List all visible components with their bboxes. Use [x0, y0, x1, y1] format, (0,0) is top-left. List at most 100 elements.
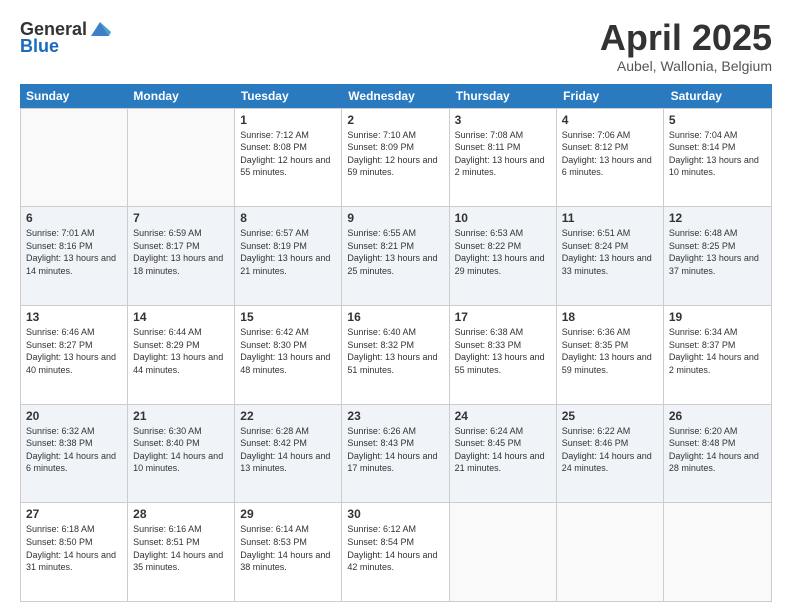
day-number: 5	[669, 113, 766, 127]
cal-cell: 18Sunrise: 6:36 AM Sunset: 8:35 PM Dayli…	[557, 306, 664, 404]
cal-cell: 2Sunrise: 7:10 AM Sunset: 8:09 PM Daylig…	[342, 109, 449, 207]
day-number: 11	[562, 211, 658, 225]
day-info: Sunrise: 6:32 AM Sunset: 8:38 PM Dayligh…	[26, 425, 122, 475]
day-info: Sunrise: 6:53 AM Sunset: 8:22 PM Dayligh…	[455, 227, 551, 277]
day-info: Sunrise: 7:08 AM Sunset: 8:11 PM Dayligh…	[455, 129, 551, 179]
cal-cell	[128, 109, 235, 207]
cal-cell: 27Sunrise: 6:18 AM Sunset: 8:50 PM Dayli…	[21, 503, 128, 601]
cal-cell: 23 Sunrise: 6:26 AM Sunset: 8:43 PM Dayli…	[342, 405, 449, 503]
day-number: 26	[669, 409, 766, 423]
calendar-header: SundayMondayTuesdayWednesdayThursdayFrid…	[20, 84, 772, 108]
weekday-header-thursday: Thursday	[450, 84, 557, 108]
cal-cell: 20 Sunrise: 6:32 AM Sunset: 8:38 PM Dayli…	[21, 405, 128, 503]
day-info: Sunrise: 6:16 AM Sunset: 8:51 PM Dayligh…	[133, 523, 229, 573]
day-number: 1	[240, 113, 336, 127]
cal-cell: 19 Sunrise: 6:34 AM Sunset: 8:37 PM Dayli…	[664, 306, 771, 404]
day-number: 30	[347, 507, 443, 521]
day-info: Sunrise: 6:14 AM Sunset: 8:53 PM Dayligh…	[240, 523, 336, 573]
day-info: Sunrise: 6:26 AM Sunset: 8:43 PM Dayligh…	[347, 425, 443, 475]
day-number: 13	[26, 310, 122, 324]
day-number: 8	[240, 211, 336, 225]
day-number: 15	[240, 310, 336, 324]
subtitle: Aubel, Wallonia, Belgium	[600, 58, 772, 74]
header: General Blue April 2025 Aubel, Wallonia,…	[20, 18, 772, 74]
day-number: 4	[562, 113, 658, 127]
week-row-2: 6Sunrise: 7:01 AM Sunset: 8:16 PM Daylig…	[21, 207, 771, 306]
day-number: 25	[562, 409, 658, 423]
weekday-header-monday: Monday	[127, 84, 234, 108]
day-info: Sunrise: 6:55 AM Sunset: 8:21 PM Dayligh…	[347, 227, 443, 277]
day-info: Sunrise: 6:20 AM Sunset: 8:48 PM Dayligh…	[669, 425, 766, 475]
calendar: SundayMondayTuesdayWednesdayThursdayFrid…	[20, 84, 772, 602]
cal-cell: 8 Sunrise: 6:57 AM Sunset: 8:19 PM Daylig…	[235, 207, 342, 305]
day-info: Sunrise: 6:30 AM Sunset: 8:40 PM Dayligh…	[133, 425, 229, 475]
cal-cell	[21, 109, 128, 207]
cal-cell: 26 Sunrise: 6:20 AM Sunset: 8:48 PM Dayli…	[664, 405, 771, 503]
weekday-header-sunday: Sunday	[20, 84, 127, 108]
day-number: 21	[133, 409, 229, 423]
day-number: 28	[133, 507, 229, 521]
cal-cell: 17Sunrise: 6:38 AM Sunset: 8:33 PM Dayli…	[450, 306, 557, 404]
cal-cell: 13Sunrise: 6:46 AM Sunset: 8:27 PM Dayli…	[21, 306, 128, 404]
day-number: 3	[455, 113, 551, 127]
day-number: 24	[455, 409, 551, 423]
cal-cell: 16 Sunrise: 6:40 AM Sunset: 8:32 PM Dayli…	[342, 306, 449, 404]
day-number: 9	[347, 211, 443, 225]
day-info: Sunrise: 7:04 AM Sunset: 8:14 PM Dayligh…	[669, 129, 766, 179]
cal-cell: 1 Sunrise: 7:12 AM Sunset: 8:08 PM Daylig…	[235, 109, 342, 207]
day-info: Sunrise: 7:10 AM Sunset: 8:09 PM Dayligh…	[347, 129, 443, 179]
weekday-header-tuesday: Tuesday	[235, 84, 342, 108]
cal-cell	[450, 503, 557, 601]
cal-cell	[664, 503, 771, 601]
day-info: Sunrise: 7:01 AM Sunset: 8:16 PM Dayligh…	[26, 227, 122, 277]
title-section: April 2025 Aubel, Wallonia, Belgium	[600, 18, 772, 74]
day-number: 18	[562, 310, 658, 324]
cal-cell: 30 Sunrise: 6:12 AM Sunset: 8:54 PM Dayli…	[342, 503, 449, 601]
day-info: Sunrise: 6:28 AM Sunset: 8:42 PM Dayligh…	[240, 425, 336, 475]
day-info: Sunrise: 6:59 AM Sunset: 8:17 PM Dayligh…	[133, 227, 229, 277]
cal-cell: 22Sunrise: 6:28 AM Sunset: 8:42 PM Dayli…	[235, 405, 342, 503]
day-info: Sunrise: 7:12 AM Sunset: 8:08 PM Dayligh…	[240, 129, 336, 179]
weekday-header-friday: Friday	[557, 84, 664, 108]
day-info: Sunrise: 6:44 AM Sunset: 8:29 PM Dayligh…	[133, 326, 229, 376]
day-info: Sunrise: 6:34 AM Sunset: 8:37 PM Dayligh…	[669, 326, 766, 376]
cal-cell: 14 Sunrise: 6:44 AM Sunset: 8:29 PM Dayli…	[128, 306, 235, 404]
cal-cell: 5 Sunrise: 7:04 AM Sunset: 8:14 PM Daylig…	[664, 109, 771, 207]
cal-cell: 12 Sunrise: 6:48 AM Sunset: 8:25 PM Dayli…	[664, 207, 771, 305]
day-info: Sunrise: 6:24 AM Sunset: 8:45 PM Dayligh…	[455, 425, 551, 475]
day-number: 12	[669, 211, 766, 225]
day-number: 17	[455, 310, 551, 324]
day-info: Sunrise: 6:57 AM Sunset: 8:19 PM Dayligh…	[240, 227, 336, 277]
cal-cell: 24 Sunrise: 6:24 AM Sunset: 8:45 PM Dayli…	[450, 405, 557, 503]
day-info: Sunrise: 6:40 AM Sunset: 8:32 PM Dayligh…	[347, 326, 443, 376]
page: General Blue April 2025 Aubel, Wallonia,…	[0, 0, 792, 612]
calendar-body: 1 Sunrise: 7:12 AM Sunset: 8:08 PM Daylig…	[20, 108, 772, 602]
logo-blue: Blue	[20, 36, 59, 57]
day-number: 14	[133, 310, 229, 324]
cal-cell: 15 Sunrise: 6:42 AM Sunset: 8:30 PM Dayli…	[235, 306, 342, 404]
cal-cell: 7Sunrise: 6:59 AM Sunset: 8:17 PM Daylig…	[128, 207, 235, 305]
day-number: 19	[669, 310, 766, 324]
logo: General Blue	[20, 18, 111, 57]
cal-cell: 10 Sunrise: 6:53 AM Sunset: 8:22 PM Dayli…	[450, 207, 557, 305]
week-row-1: 1 Sunrise: 7:12 AM Sunset: 8:08 PM Daylig…	[21, 108, 771, 208]
day-info: Sunrise: 6:12 AM Sunset: 8:54 PM Dayligh…	[347, 523, 443, 573]
day-info: Sunrise: 6:48 AM Sunset: 8:25 PM Dayligh…	[669, 227, 766, 277]
day-info: Sunrise: 6:51 AM Sunset: 8:24 PM Dayligh…	[562, 227, 658, 277]
month-title: April 2025	[600, 18, 772, 58]
day-number: 20	[26, 409, 122, 423]
cal-cell: 21 Sunrise: 6:30 AM Sunset: 8:40 PM Dayli…	[128, 405, 235, 503]
cal-cell: 25 Sunrise: 6:22 AM Sunset: 8:46 PM Dayli…	[557, 405, 664, 503]
weekday-header-saturday: Saturday	[665, 84, 772, 108]
day-info: Sunrise: 6:42 AM Sunset: 8:30 PM Dayligh…	[240, 326, 336, 376]
cal-cell: 3 Sunrise: 7:08 AM Sunset: 8:11 PM Daylig…	[450, 109, 557, 207]
day-number: 29	[240, 507, 336, 521]
day-number: 23	[347, 409, 443, 423]
week-row-3: 13Sunrise: 6:46 AM Sunset: 8:27 PM Dayli…	[21, 306, 771, 405]
day-number: 27	[26, 507, 122, 521]
day-number: 10	[455, 211, 551, 225]
cal-cell: 9 Sunrise: 6:55 AM Sunset: 8:21 PM Daylig…	[342, 207, 449, 305]
day-number: 16	[347, 310, 443, 324]
cal-cell	[557, 503, 664, 601]
day-info: Sunrise: 6:22 AM Sunset: 8:46 PM Dayligh…	[562, 425, 658, 475]
